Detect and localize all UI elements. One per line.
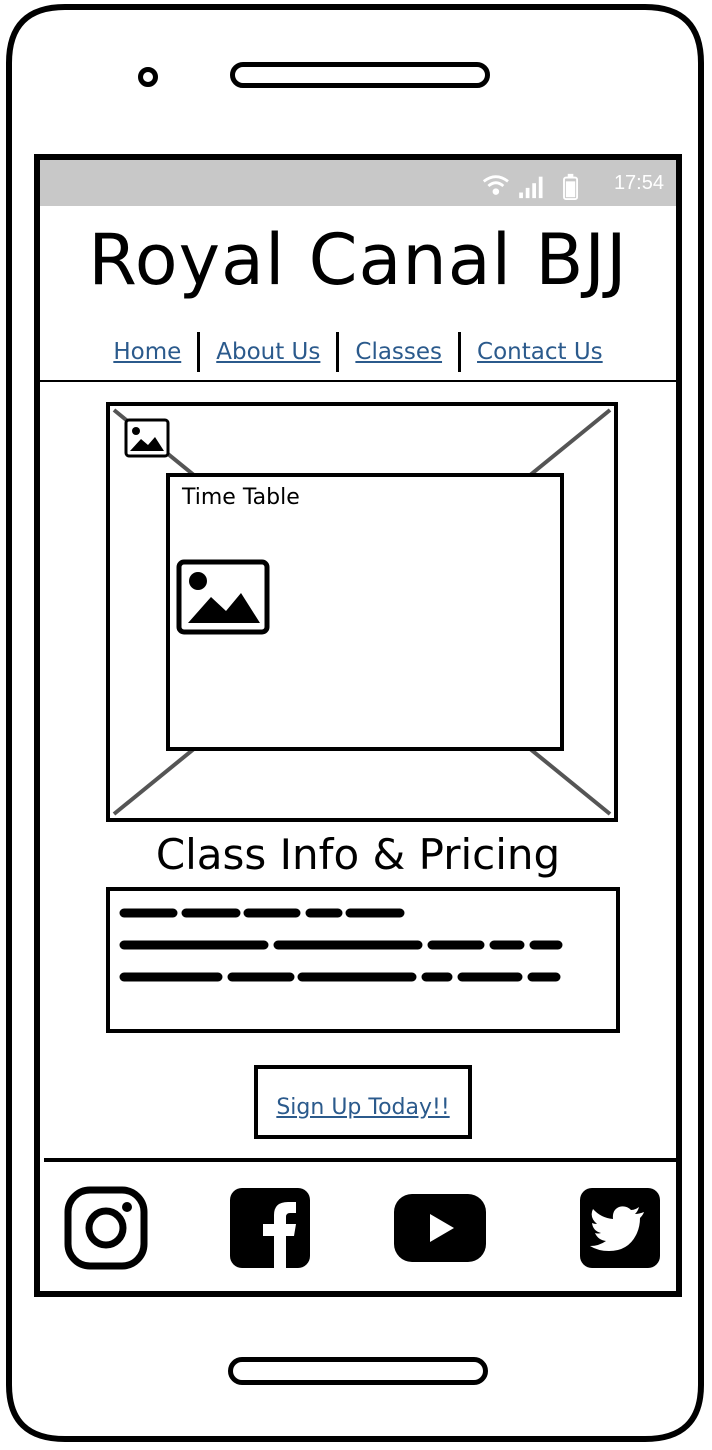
wifi-icon [482,175,509,195]
image-placeholder-icon [124,418,170,458]
class-info-heading: Class Info & Pricing [155,830,561,879]
nav-contact-us[interactable]: Contact Us [461,339,619,365]
camera-icon [138,67,158,87]
class-info-text-placeholder [106,887,620,1033]
facebook-icon[interactable] [228,1186,312,1270]
signup-box: Sign Up Today!! [254,1065,472,1139]
status-bar: 17:54 [40,160,676,206]
nav-about-us[interactable]: About Us [200,339,336,365]
signup-link[interactable]: Sign Up Today!! [276,1085,449,1120]
home-button[interactable] [228,1357,488,1385]
image-placeholder-icon [176,559,270,635]
nav-divider-line [40,380,676,382]
battery-icon [563,173,578,200]
speaker-grille [230,62,490,88]
phone-screen: 17:54 Royal Canal BJJ Home About Us Clas… [34,154,682,1297]
nav-home[interactable]: Home [97,339,197,365]
status-icons [482,173,578,200]
footer-social-bar [44,1158,676,1291]
twitter-icon[interactable] [578,1186,662,1270]
signal-icon [519,176,543,199]
timetable-card[interactable]: Time Table [166,473,564,751]
youtube-icon[interactable] [392,1186,488,1270]
site-title: Royal Canal BJJ [88,219,628,301]
instagram-icon[interactable] [64,1186,148,1270]
scribble-text [119,908,563,982]
main-nav: Home About Us Classes Contact Us [40,330,676,374]
nav-classes[interactable]: Classes [339,339,458,365]
status-time: 17:54 [613,172,664,194]
timetable-label: Time Table [182,485,300,510]
